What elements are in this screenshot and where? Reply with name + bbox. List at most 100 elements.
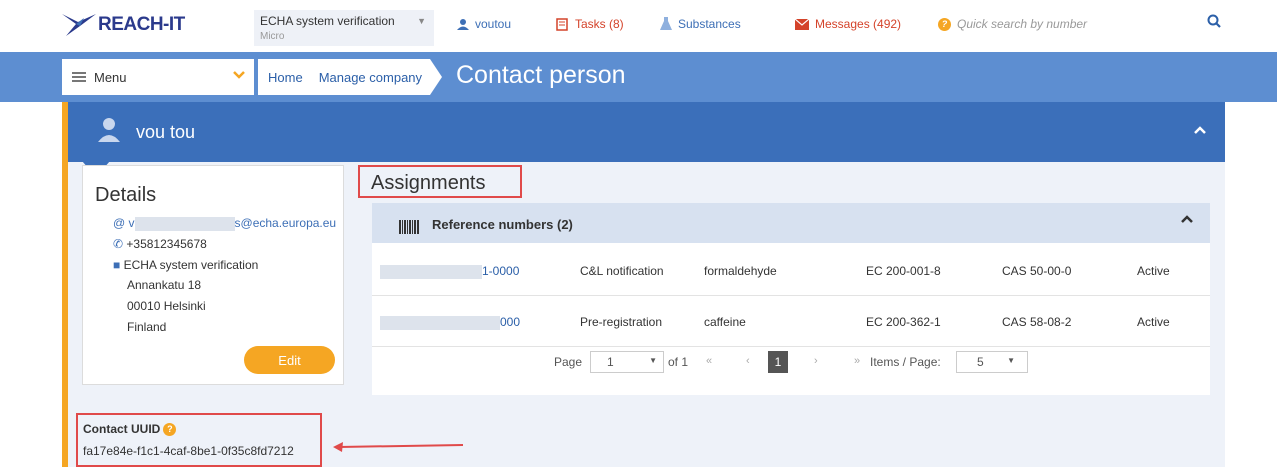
menu-label: Menu <box>94 69 127 85</box>
breadcrumb-home[interactable]: Home <box>258 59 311 95</box>
row-substance: formaldehyde <box>704 264 777 278</box>
flask-icon <box>660 17 672 30</box>
top-bar: REACH-IT ECHA system verification Micro … <box>0 0 1277 52</box>
of-label: of 1 <box>668 355 689 369</box>
address-street: Annankatu 18 <box>127 278 202 292</box>
details-card: Details @ v s@echa.europa.eu ✆ +358123456… <box>82 165 344 385</box>
company-name: ECHA system verification <box>260 14 395 28</box>
contact-uuid-box: Contact UUID ? fa17e84e-f1c1-4caf-8be1-0… <box>76 413 322 467</box>
table-row: 1-0000 C&L notification formaldehyde EC … <box>372 246 1210 296</box>
logo-text: REACH-IT <box>98 14 185 35</box>
reference-suffix: 000 <box>500 315 521 329</box>
current-page-button[interactable]: 1 <box>768 351 788 373</box>
address-city: 00010 Helsinki <box>127 299 206 313</box>
tasks-icon <box>556 17 568 31</box>
envelope-icon <box>795 18 809 30</box>
reference-link[interactable]: 000 <box>380 315 520 330</box>
user-icon <box>457 19 469 30</box>
user-name: voutou <box>475 17 512 31</box>
details-title: Details <box>95 184 157 206</box>
last-page-button[interactable]: » <box>854 355 860 367</box>
search-button[interactable] <box>1207 14 1221 31</box>
chevron-down-icon: ▼ <box>1007 356 1015 365</box>
row-type: C&L notification <box>580 264 664 278</box>
contact-uuid-value: fa17e84e-f1c1-4caf-8be1-0f35c8fd7212 <box>83 444 294 458</box>
email-line: @ v s@echa.europa.eu <box>113 216 336 231</box>
next-page-button[interactable]: › <box>814 355 818 367</box>
briefcase-icon: ■ <box>113 258 121 272</box>
phone-icon: ✆ <box>113 237 124 251</box>
substances-label: Substances <box>678 17 741 31</box>
row-ec: EC 200-362-1 <box>866 315 941 329</box>
chevron-up-icon[interactable] <box>1193 124 1207 136</box>
chevron-up-icon[interactable] <box>1180 213 1194 225</box>
search-icon <box>1207 14 1221 28</box>
chevron-down-icon: ▼ <box>649 356 657 365</box>
reference-suffix: 1-0000 <box>482 264 520 278</box>
contact-uuid-label: Contact UUID <box>83 422 161 436</box>
company-size: Micro <box>260 31 285 42</box>
redacted-block <box>134 216 235 231</box>
row-type: Pre-registration <box>580 315 663 329</box>
breadcrumb-arrow <box>430 59 443 95</box>
user-icon <box>98 118 120 142</box>
page-title: Contact person <box>456 61 626 89</box>
substances-link[interactable]: Substances <box>660 17 741 31</box>
address-country: Finland <box>127 320 167 334</box>
edit-button[interactable]: Edit <box>244 346 335 374</box>
reference-numbers-header[interactable]: Reference numbers (2) <box>372 203 1210 243</box>
row-substance: caffeine <box>704 315 746 329</box>
help-icon[interactable]: ? <box>938 17 951 31</box>
reference-numbers-label: Reference numbers (2) <box>432 217 573 232</box>
phone-value: +35812345678 <box>126 237 207 251</box>
prev-page-button[interactable]: ‹ <box>746 355 750 367</box>
items-per-page-value: 5 <box>977 355 984 369</box>
annotation-arrow <box>333 442 464 452</box>
page-select-value: 1 <box>607 355 614 369</box>
row-status: Active <box>1137 315 1170 329</box>
quick-search-input[interactable]: ? Quick search by number <box>938 17 1087 31</box>
nav-bar: Menu Home Manage company Contact person <box>0 52 1277 102</box>
main-menu-button[interactable]: Menu <box>62 59 254 95</box>
chevron-down-icon <box>233 71 245 79</box>
breadcrumb-manage-company[interactable]: Manage company <box>310 59 431 95</box>
help-icon[interactable]: ? <box>163 422 177 436</box>
assignments-highlight <box>358 165 522 198</box>
breadcrumb: Home Manage company <box>258 59 443 95</box>
table-row: 000 Pre-registration caffeine EC 200-362… <box>372 297 1210 347</box>
quick-search-placeholder: Quick search by number <box>957 17 1088 31</box>
redacted-block <box>380 315 500 330</box>
person-header[interactable]: vou tou <box>68 102 1225 162</box>
messages-link[interactable]: Messages (492) <box>795 17 901 31</box>
organisation-line: ■ ECHA system verification <box>113 258 258 272</box>
row-status: Active <box>1137 264 1170 278</box>
email-prefix: @ v <box>113 216 135 230</box>
items-per-page-label: Items / Page: <box>870 355 941 369</box>
organisation-value: ECHA system verification <box>123 258 259 272</box>
person-name: vou tou <box>136 122 196 142</box>
row-cas: CAS 50-00-0 <box>1002 264 1072 278</box>
pagination: Page 1 ▼ of 1 « ‹ 1 › » Items / Page: 5 … <box>372 347 1210 377</box>
user-menu[interactable]: voutou <box>457 17 511 31</box>
page-select[interactable]: 1 ▼ <box>590 351 664 373</box>
page-label: Page <box>554 355 583 369</box>
company-selector[interactable]: ECHA system verification Micro ▼ <box>254 10 434 46</box>
tasks-label: Tasks (8) <box>575 17 624 31</box>
contact-uuid-label-row: Contact UUID ? <box>83 422 177 436</box>
row-ec: EC 200-001-8 <box>866 264 941 278</box>
reference-link[interactable]: 1-0000 <box>380 264 519 279</box>
phone-line: ✆ +35812345678 <box>113 237 207 251</box>
nav-inner: Menu Home Manage company Contact person <box>62 59 1225 95</box>
email-suffix: s@echa.europa.eu <box>234 216 337 230</box>
hamburger-icon <box>72 72 86 82</box>
row-cas: CAS 58-08-2 <box>1002 315 1072 329</box>
items-per-page-select[interactable]: 5 ▼ <box>956 351 1028 373</box>
tasks-link[interactable]: Tasks (8) <box>556 17 624 31</box>
first-page-button[interactable]: « <box>706 355 712 367</box>
reach-it-logo[interactable]: REACH-IT <box>62 12 185 38</box>
reach-it-logo-icon <box>62 14 96 36</box>
chevron-down-icon: ▼ <box>417 16 426 26</box>
assignments-panel: Reference numbers (2) 1-0000 C&L notific… <box>372 203 1210 395</box>
messages-label: Messages (492) <box>815 17 902 31</box>
redacted-block <box>380 264 482 279</box>
